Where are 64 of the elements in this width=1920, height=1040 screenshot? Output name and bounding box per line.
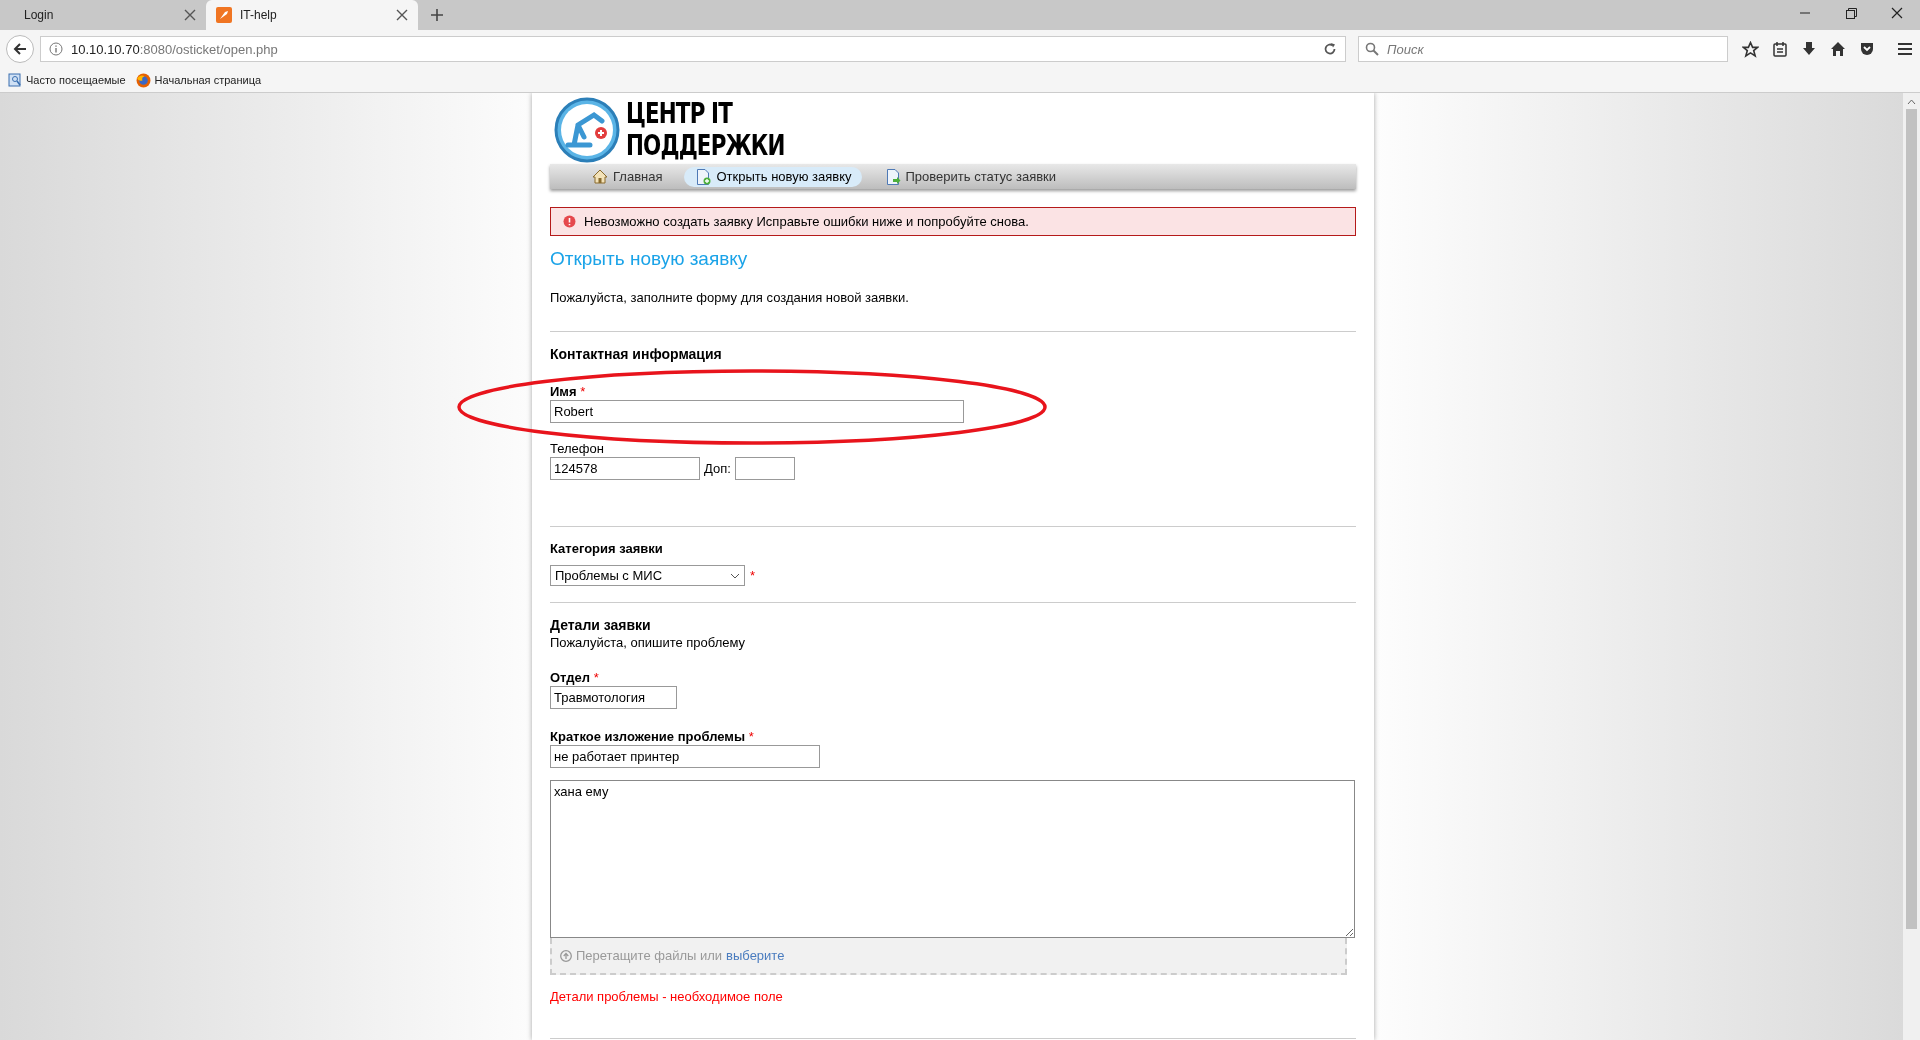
bookmark-link[interactable]: Начальная страница bbox=[135, 72, 262, 88]
logo-icon bbox=[554, 96, 620, 163]
text-field[interactable]: не работает принтер bbox=[550, 745, 820, 768]
close-icon[interactable] bbox=[184, 9, 196, 21]
reload-icon[interactable] bbox=[1323, 42, 1337, 56]
extension-field[interactable] bbox=[734, 457, 795, 480]
bookmark-star-icon[interactable] bbox=[1742, 40, 1759, 58]
document-arrow-icon bbox=[885, 168, 901, 185]
firefox-icon bbox=[135, 72, 151, 88]
bookmark-link[interactable]: Часто посещаемые bbox=[8, 73, 126, 87]
category-dropdown[interactable]: Проблемы с МИС bbox=[550, 565, 745, 586]
error-icon bbox=[563, 215, 576, 228]
section-heading: Категория заявки bbox=[550, 541, 664, 556]
browser-tab[interactable]: IT-help bbox=[206, 0, 418, 30]
nav-link[interactable]: Открыть новую заявку bbox=[684, 166, 862, 187]
nav-link[interactable]: Проверить статус заявки bbox=[873, 166, 1067, 187]
name-field[interactable]: Robert bbox=[550, 400, 964, 423]
search-input[interactable]: Поиск bbox=[1385, 40, 1721, 58]
app-favicon-icon bbox=[216, 7, 232, 23]
nav-link[interactable]: Главная bbox=[580, 167, 673, 186]
close-icon[interactable] bbox=[396, 9, 408, 21]
pocket-icon[interactable] bbox=[1859, 41, 1875, 57]
field-label: Отдел bbox=[550, 670, 591, 685]
browser-tab[interactable]: Login bbox=[6, 0, 206, 30]
problem-details-field[interactable]: хана ему bbox=[550, 780, 1355, 938]
home-icon[interactable] bbox=[1830, 41, 1846, 57]
field-label: Краткое изложение проблемы bbox=[550, 729, 745, 744]
phone-field[interactable]: 124578 bbox=[550, 457, 700, 480]
back-arrow-icon bbox=[13, 42, 27, 56]
error-message: Невозможно создать заявку Исправьте ошибки ниже и попробуйте снова. bbox=[584, 214, 1029, 229]
field-error: Детали проблемы - необходимое поле bbox=[550, 989, 784, 1004]
logo-text: ЦЕНТР IT bbox=[626, 97, 734, 130]
section-heading: Контактная информация bbox=[550, 346, 723, 362]
required-mark: * bbox=[593, 670, 599, 685]
upload-icon bbox=[560, 949, 572, 962]
menu-icon[interactable] bbox=[1896, 41, 1914, 57]
field-label: Доп: bbox=[704, 461, 731, 476]
text-field[interactable]: Травмотология bbox=[550, 686, 677, 709]
info-icon[interactable] bbox=[49, 42, 63, 56]
reading-list-icon[interactable] bbox=[1772, 41, 1788, 57]
field-label: Имя bbox=[550, 384, 577, 399]
new-tab-icon[interactable] bbox=[430, 8, 444, 22]
home-icon bbox=[592, 169, 608, 184]
new-document-icon bbox=[696, 168, 712, 185]
field-label: Телефон bbox=[550, 441, 605, 456]
back-button[interactable] bbox=[6, 35, 34, 63]
intro-text: Пожалуйста, заполните форму для создания новой заявки. bbox=[550, 290, 910, 305]
choose-files-link[interactable]: выберите bbox=[726, 948, 785, 963]
file-dropzone[interactable]: Перетащите файлы или выберите bbox=[550, 938, 1347, 975]
logo-text: ПОДДЕРЖКИ bbox=[626, 129, 785, 162]
scrollbar[interactable] bbox=[1903, 93, 1920, 1040]
required-mark: * bbox=[748, 729, 754, 744]
bookmark-page-icon bbox=[8, 73, 22, 87]
section-heading: Детали заявки bbox=[550, 617, 652, 633]
required-mark: * bbox=[580, 384, 586, 399]
section-subtitle: Пожалуйста, опишите проблему bbox=[550, 635, 747, 650]
page-title: Открыть новую заявку bbox=[550, 248, 749, 270]
address-bar[interactable]: 10.10.10.70:8080/osticket/open.php bbox=[40, 36, 1346, 62]
chevron-down-icon bbox=[730, 572, 740, 579]
dropzone-text: Перетащите файлы или bbox=[576, 948, 723, 963]
search-icon bbox=[1365, 42, 1379, 56]
required-mark: * bbox=[750, 568, 756, 583]
download-icon[interactable] bbox=[1801, 41, 1817, 57]
search-field[interactable]: Поиск bbox=[1358, 36, 1728, 62]
